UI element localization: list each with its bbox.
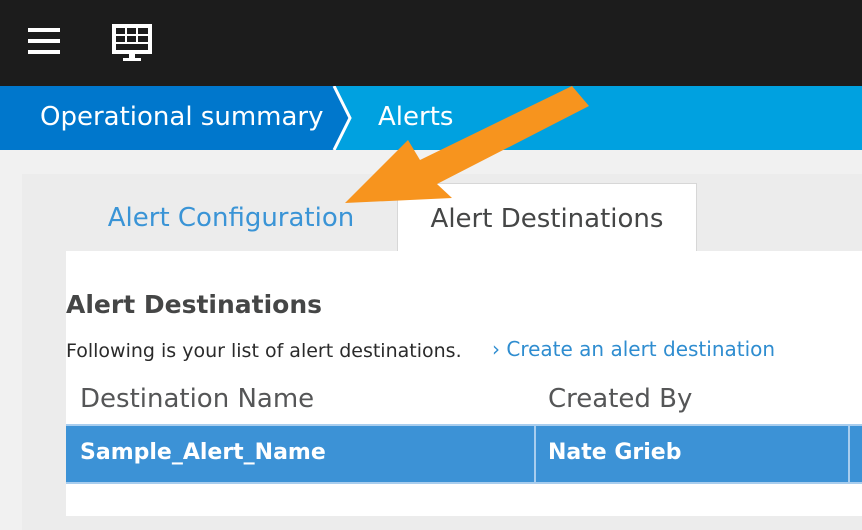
tab-alert-configuration[interactable]: Alert Configuration xyxy=(66,183,396,251)
hamburger-menu-icon[interactable] xyxy=(28,28,60,54)
tab-label: Alert Destinations xyxy=(430,204,664,234)
cell-created-by: Nate Grieb xyxy=(548,440,682,465)
cell-destination-name: Sample_Alert_Name xyxy=(80,440,326,465)
column-header-destination-name[interactable]: Destination Name xyxy=(80,384,314,414)
section-title: Alert Destinations xyxy=(66,290,323,319)
cell-divider xyxy=(848,426,850,482)
cell-divider xyxy=(534,426,536,482)
table-row[interactable]: Sample_Alert_Name Nate Grieb xyxy=(66,424,862,484)
section-description: Following is your list of alert destinat… xyxy=(66,340,462,362)
create-alert-destination-link[interactable]: › Create an alert destination xyxy=(492,337,775,361)
breadcrumb: Operational summary Alerts xyxy=(0,86,862,150)
dashboard-monitor-icon[interactable] xyxy=(111,23,153,61)
breadcrumb-label: Operational summary xyxy=(40,102,324,132)
breadcrumb-item-operational-summary[interactable]: Operational summary xyxy=(0,86,352,150)
column-header-created-by[interactable]: Created By xyxy=(548,384,692,414)
tab-alert-destinations[interactable]: Alert Destinations xyxy=(397,183,697,251)
tab-label: Alert Configuration xyxy=(107,203,355,233)
breadcrumb-label: Alerts xyxy=(378,102,454,132)
top-navigation-bar xyxy=(0,0,862,86)
